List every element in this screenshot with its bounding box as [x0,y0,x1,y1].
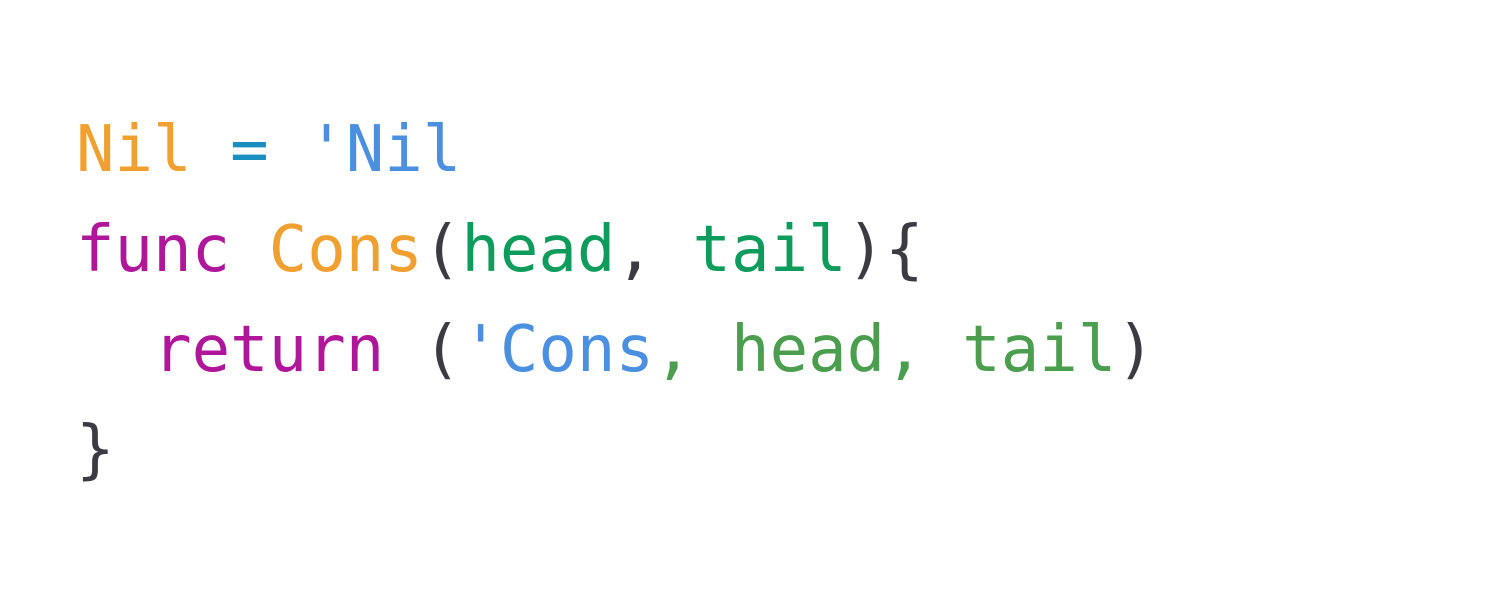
code-line-4: } [76,400,1155,500]
token-keyword: func [76,213,231,287]
token-symbol: 'Nil [307,113,462,187]
token-function-name: Cons [268,213,423,287]
token-parameter: tail [692,213,847,287]
token-comma: , [615,213,693,287]
token-close-paren: ) [1116,313,1155,387]
token-parameter: head [461,213,616,287]
token-close-brace: } [76,413,115,487]
code-line-2: func Cons(head, tail){ [76,200,1155,300]
token-open-paren: ( [422,213,462,287]
token-type-name: Nil [76,113,192,187]
token-arguments: , head, tail [653,313,1117,387]
token-symbol: 'Cons [461,313,654,387]
code-line-3: return ('Cons, head, tail) [76,300,1155,400]
code-line-1: Nil = 'Nil [76,100,1155,200]
token-assign-operator: = [230,113,269,187]
token-keyword: return [153,313,385,387]
token-close-paren-brace: ){ [846,213,924,287]
code-block: Nil = 'Nil func Cons(head, tail){ return … [76,100,1155,500]
token-open-paren: ( [384,313,462,387]
